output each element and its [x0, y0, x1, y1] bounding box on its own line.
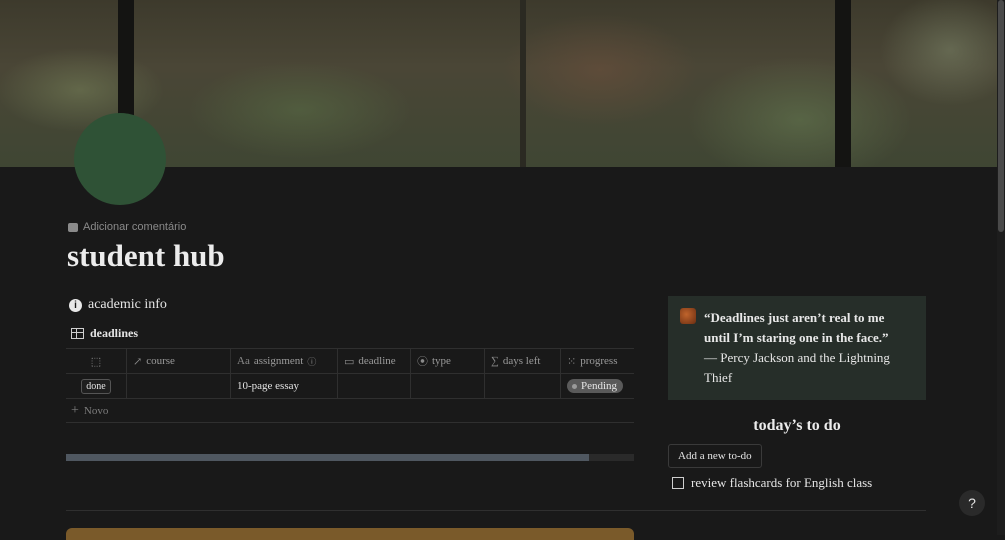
column-label: deadline — [358, 355, 396, 367]
scrollbar[interactable] — [997, 0, 1005, 535]
quote-callout: “Deadlines just aren’t real to me until … — [668, 296, 926, 400]
status-badge: Pending — [567, 379, 624, 393]
page-title[interactable]: student hub — [67, 238, 225, 274]
callout-emoji-icon[interactable] — [680, 308, 696, 324]
status-icon: ⁙ — [567, 355, 577, 368]
progress-bar — [66, 454, 634, 461]
column-header-course[interactable]: ↗ course — [127, 349, 231, 373]
select-icon: ⦿ — [417, 356, 428, 368]
table-icon — [71, 328, 84, 339]
text-property-icon: Aa — [237, 355, 250, 367]
course-cell[interactable] — [127, 374, 231, 398]
new-row-label: Novo — [83, 404, 109, 417]
scrollbar-thumb[interactable] — [998, 0, 1004, 232]
todo-label[interactable]: review flashcards for English class — [691, 475, 872, 491]
column-label: course — [146, 355, 175, 367]
column-header-deadline[interactable]: ▭ deadline — [338, 349, 411, 373]
page-icon[interactable] — [74, 113, 166, 205]
todo-checkbox[interactable] — [672, 477, 684, 489]
new-row-button[interactable]: + Novo — [66, 399, 634, 423]
database-title[interactable]: deadlines — [71, 326, 138, 341]
add-comment-label: Adicionar comentário — [83, 221, 187, 233]
column-header-days-left[interactable]: ∑ days left — [485, 349, 561, 373]
divider — [66, 510, 926, 511]
todo-item[interactable]: review flashcards for English class — [672, 475, 872, 491]
done-button[interactable]: done — [81, 378, 111, 394]
assignment-cell[interactable]: 10-page essay — [231, 374, 338, 398]
status-label: Pending — [581, 380, 618, 392]
quote-line: “Deadlines just aren’t real to me until … — [704, 310, 889, 345]
academic-info-label: academic info — [88, 297, 167, 312]
column-label: days left — [502, 355, 541, 367]
relation-icon: ↗ — [133, 355, 143, 368]
progress-bar-fill — [66, 454, 589, 461]
button-property-icon: ⬚ — [90, 355, 102, 368]
days-left-cell[interactable] — [485, 374, 561, 398]
deadline-cell[interactable] — [338, 374, 411, 398]
progress-cell[interactable]: Pending — [561, 374, 634, 398]
column-header-button[interactable]: ⬚ — [66, 349, 127, 373]
cover-window-frame — [520, 0, 526, 167]
plus-icon: + — [71, 402, 79, 418]
type-cell[interactable] — [411, 374, 485, 398]
table-row[interactable]: done 10-page essay Pending — [66, 374, 634, 399]
info-circle-icon: ⓘ — [307, 356, 317, 367]
cover-window-frame — [835, 0, 851, 167]
callout-block — [66, 528, 634, 540]
todo-heading: today’s to do — [753, 417, 841, 434]
quote-text: “Deadlines just aren’t real to me until … — [704, 308, 912, 400]
add-comment-button[interactable]: Adicionar comentário — [68, 221, 186, 233]
column-label: type — [432, 355, 451, 367]
column-label: assignment — [253, 355, 304, 367]
column-header-progress[interactable]: ⁙ progress — [561, 349, 634, 373]
column-header-type[interactable]: ⦿ type — [411, 349, 485, 373]
done-cell: done — [66, 374, 127, 398]
help-button[interactable]: ? — [959, 490, 985, 516]
comment-icon — [68, 222, 78, 232]
quote-author: — Percy Jackson and the Lightning Thief — [704, 350, 890, 385]
add-todo-button[interactable]: Add a new to-do — [668, 444, 762, 468]
calendar-icon: ▭ — [344, 355, 355, 368]
column-label: progress — [580, 355, 618, 367]
status-dot — [572, 383, 577, 389]
table-header-row: ⬚ ↗ course Aa assignment ⓘ ▭ deadline ⦿ type … — [66, 348, 634, 374]
database-title-label: deadlines — [90, 326, 139, 340]
formula-icon: ∑ — [491, 355, 499, 367]
deadlines-table: ⬚ ↗ course Aa assignment ⓘ ▭ deadline ⦿ type … — [66, 348, 634, 423]
column-header-assignment[interactable]: Aa assignment ⓘ — [231, 349, 338, 373]
academic-info-heading: i academic info — [69, 297, 167, 313]
info-icon: i — [69, 298, 82, 312]
